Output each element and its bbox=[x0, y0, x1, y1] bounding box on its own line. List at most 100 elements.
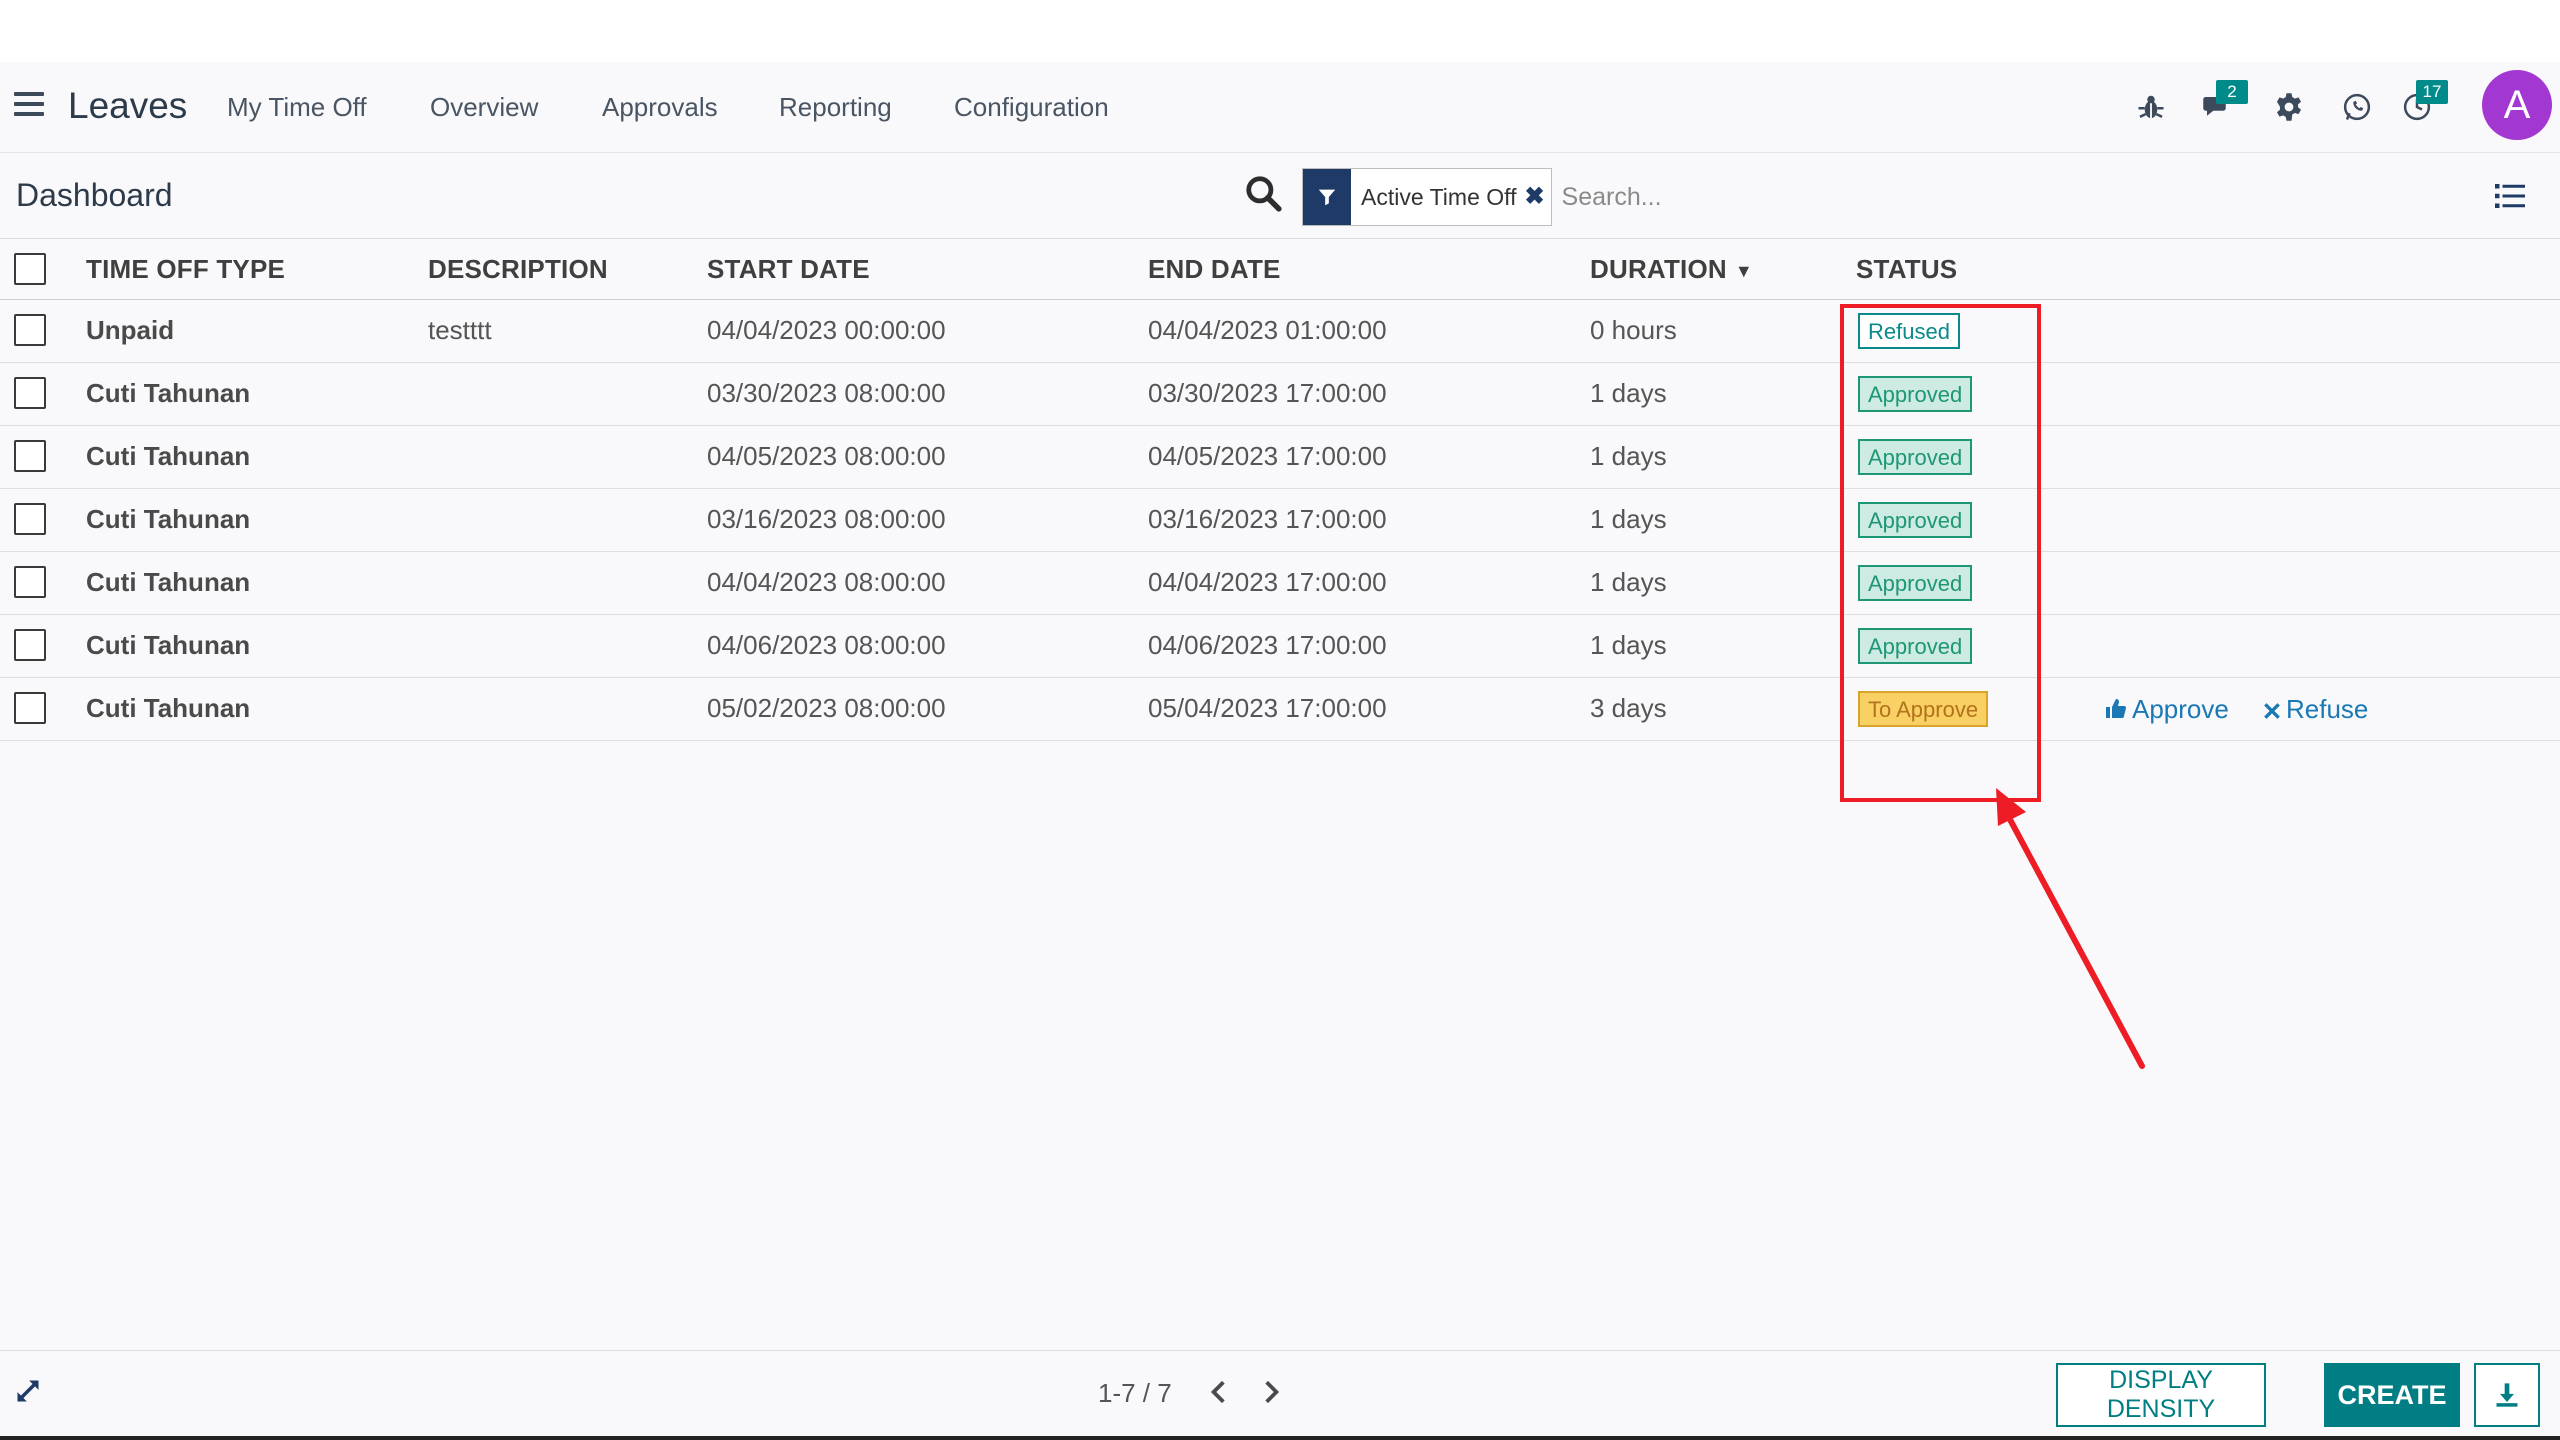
cell-duration: 1 days bbox=[1590, 378, 1667, 408]
close-icon bbox=[2264, 703, 2280, 719]
cell-start-date: 04/05/2023 08:00:00 bbox=[707, 441, 946, 471]
row-checkbox[interactable] bbox=[14, 692, 46, 724]
display-density-button[interactable]: DISPLAY DENSITY bbox=[2056, 1363, 2266, 1427]
row-checkbox[interactable] bbox=[14, 503, 46, 535]
facet-label: Active Time Off bbox=[1361, 184, 1517, 210]
cell-duration: 0 hours bbox=[1590, 315, 1677, 345]
list-footer: 1-7 / 7 DISPLAY DENSITY CREATE bbox=[0, 1350, 2560, 1437]
breadcrumb: Dashboard bbox=[16, 177, 173, 213]
cell-type: Cuti Tahunan bbox=[86, 504, 251, 534]
cell-duration: 1 days bbox=[1590, 504, 1667, 534]
refuse-button[interactable]: Refuse bbox=[2262, 678, 2368, 740]
col-time-off-type[interactable]: TIME OFF TYPE bbox=[86, 239, 285, 299]
cell-start-date: 04/04/2023 00:00:00 bbox=[707, 315, 946, 345]
cell-start-date: 03/16/2023 08:00:00 bbox=[707, 504, 946, 534]
status-badge: Approved bbox=[1858, 565, 1973, 601]
activity-icon[interactable]: 17 bbox=[2396, 80, 2448, 128]
status-badge: Approved bbox=[1858, 439, 1973, 475]
download-icon bbox=[2496, 1383, 2518, 1407]
table-row[interactable]: Cuti Tahunan 03/30/2023 08:00:00 03/30/2… bbox=[0, 363, 2560, 426]
row-checkbox[interactable] bbox=[14, 629, 46, 661]
cell-type: Cuti Tahunan bbox=[86, 567, 251, 597]
col-end-date[interactable]: END DATE bbox=[1148, 239, 1281, 299]
menu-configuration[interactable]: Configuration bbox=[954, 88, 1109, 126]
cell-duration: 1 days bbox=[1590, 441, 1667, 471]
col-duration[interactable]: DURATION ▼ bbox=[1590, 239, 1753, 301]
row-checkbox[interactable] bbox=[14, 440, 46, 472]
annotation-arrow-icon bbox=[1996, 788, 2145, 1069]
gear-icon[interactable] bbox=[2268, 86, 2310, 128]
col-duration-label: DURATION bbox=[1590, 254, 1727, 284]
pager-next-icon[interactable] bbox=[1258, 1379, 1286, 1409]
status-badge: To Approve bbox=[1858, 691, 1989, 727]
cell-type: Cuti Tahunan bbox=[86, 693, 251, 723]
menu-overview[interactable]: Overview bbox=[430, 88, 538, 126]
cell-start-date: 04/06/2023 08:00:00 bbox=[707, 630, 946, 660]
col-start-date[interactable]: START DATE bbox=[707, 239, 870, 299]
approve-label: Approve bbox=[2132, 694, 2229, 724]
cell-duration: 1 days bbox=[1590, 567, 1667, 597]
sort-desc-icon: ▼ bbox=[1734, 261, 1753, 282]
thumbs-up-icon bbox=[2106, 699, 2126, 718]
pager-value[interactable]: 1-7 / 7 bbox=[1098, 1373, 1172, 1413]
cell-end-date: 04/04/2023 01:00:00 bbox=[1148, 315, 1387, 345]
status-badge: Approved bbox=[1858, 376, 1973, 412]
create-button[interactable]: CREATE bbox=[2324, 1363, 2460, 1427]
cell-type: Unpaid bbox=[86, 315, 175, 345]
table-row[interactable]: Cuti Tahunan 03/16/2023 08:00:00 03/16/2… bbox=[0, 489, 2560, 552]
time-off-table: TIME OFF TYPE DESCRIPTION START DATE END… bbox=[0, 239, 2560, 741]
row-checkbox[interactable] bbox=[14, 566, 46, 598]
cell-end-date: 05/04/2023 17:00:00 bbox=[1148, 693, 1387, 723]
filter-facet: Active Time Off ✖ bbox=[1302, 168, 1552, 226]
col-status[interactable]: STATUS bbox=[1856, 239, 1957, 299]
pager-previous-icon[interactable] bbox=[1206, 1379, 1234, 1409]
table-row[interactable]: Cuti Tahunan 05/02/2023 08:00:00 05/04/2… bbox=[0, 678, 2560, 741]
cell-type: Cuti Tahunan bbox=[86, 630, 251, 660]
facet-remove-icon[interactable]: ✖ bbox=[1525, 169, 1551, 225]
menu-toggle-icon[interactable] bbox=[14, 92, 44, 120]
status-badge: Approved bbox=[1858, 628, 1973, 664]
menu-my-time-off[interactable]: My Time Off bbox=[227, 88, 367, 126]
row-checkbox[interactable] bbox=[14, 377, 46, 409]
table-row[interactable]: Cuti Tahunan 04/04/2023 08:00:00 04/04/2… bbox=[0, 552, 2560, 615]
control-panel: Dashboard Active Time Off ✖ bbox=[0, 154, 2560, 239]
bug-icon[interactable] bbox=[2130, 86, 2172, 128]
cell-start-date: 04/04/2023 08:00:00 bbox=[707, 567, 946, 597]
cell-type: Cuti Tahunan bbox=[86, 441, 251, 471]
table-row[interactable]: Cuti Tahunan 04/05/2023 08:00:00 04/05/2… bbox=[0, 426, 2560, 489]
select-all-checkbox[interactable] bbox=[14, 253, 46, 285]
menu-approvals[interactable]: Approvals bbox=[602, 88, 718, 126]
whatsapp-icon[interactable] bbox=[2336, 86, 2378, 128]
approve-button[interactable]: Approve bbox=[2104, 678, 2229, 740]
cell-start-date: 05/02/2023 08:00:00 bbox=[707, 693, 946, 723]
app-name[interactable]: Leaves bbox=[68, 80, 187, 132]
status-badge: Approved bbox=[1858, 502, 1973, 538]
col-description[interactable]: DESCRIPTION bbox=[428, 239, 608, 299]
cell-description: testttt bbox=[428, 315, 492, 345]
menu-reporting[interactable]: Reporting bbox=[779, 88, 892, 126]
search-box: Active Time Off ✖ bbox=[1302, 168, 2352, 226]
table-row[interactable]: Cuti Tahunan 04/06/2023 08:00:00 04/06/2… bbox=[0, 615, 2560, 678]
download-button[interactable] bbox=[2474, 1363, 2540, 1427]
messages-badge: 2 bbox=[2216, 80, 2248, 104]
cell-end-date: 03/30/2023 17:00:00 bbox=[1148, 378, 1387, 408]
search-icon[interactable] bbox=[1244, 174, 1286, 216]
cell-duration: 3 days bbox=[1590, 693, 1667, 723]
list-view-icon[interactable] bbox=[2492, 178, 2528, 214]
cell-end-date: 04/04/2023 17:00:00 bbox=[1148, 567, 1387, 597]
table-header: TIME OFF TYPE DESCRIPTION START DATE END… bbox=[0, 239, 2560, 300]
expand-icon[interactable] bbox=[14, 1377, 44, 1407]
filter-icon bbox=[1303, 169, 1351, 225]
cell-start-date: 03/30/2023 08:00:00 bbox=[707, 378, 946, 408]
user-avatar[interactable]: A bbox=[2482, 70, 2552, 140]
cell-end-date: 04/05/2023 17:00:00 bbox=[1148, 441, 1387, 471]
table-row[interactable]: Unpaid testttt 04/04/2023 00:00:00 04/04… bbox=[0, 300, 2560, 363]
chat-icon[interactable]: 2 bbox=[2196, 80, 2248, 128]
app-window: Leaves My Time Off Overview Approvals Re… bbox=[0, 62, 2560, 1440]
cell-end-date: 03/16/2023 17:00:00 bbox=[1148, 504, 1387, 534]
top-navbar: Leaves My Time Off Overview Approvals Re… bbox=[0, 62, 2560, 153]
refuse-label: Refuse bbox=[2286, 694, 2369, 724]
cell-end-date: 04/06/2023 17:00:00 bbox=[1148, 630, 1387, 660]
search-input[interactable] bbox=[1559, 181, 2124, 213]
row-checkbox[interactable] bbox=[14, 314, 46, 346]
